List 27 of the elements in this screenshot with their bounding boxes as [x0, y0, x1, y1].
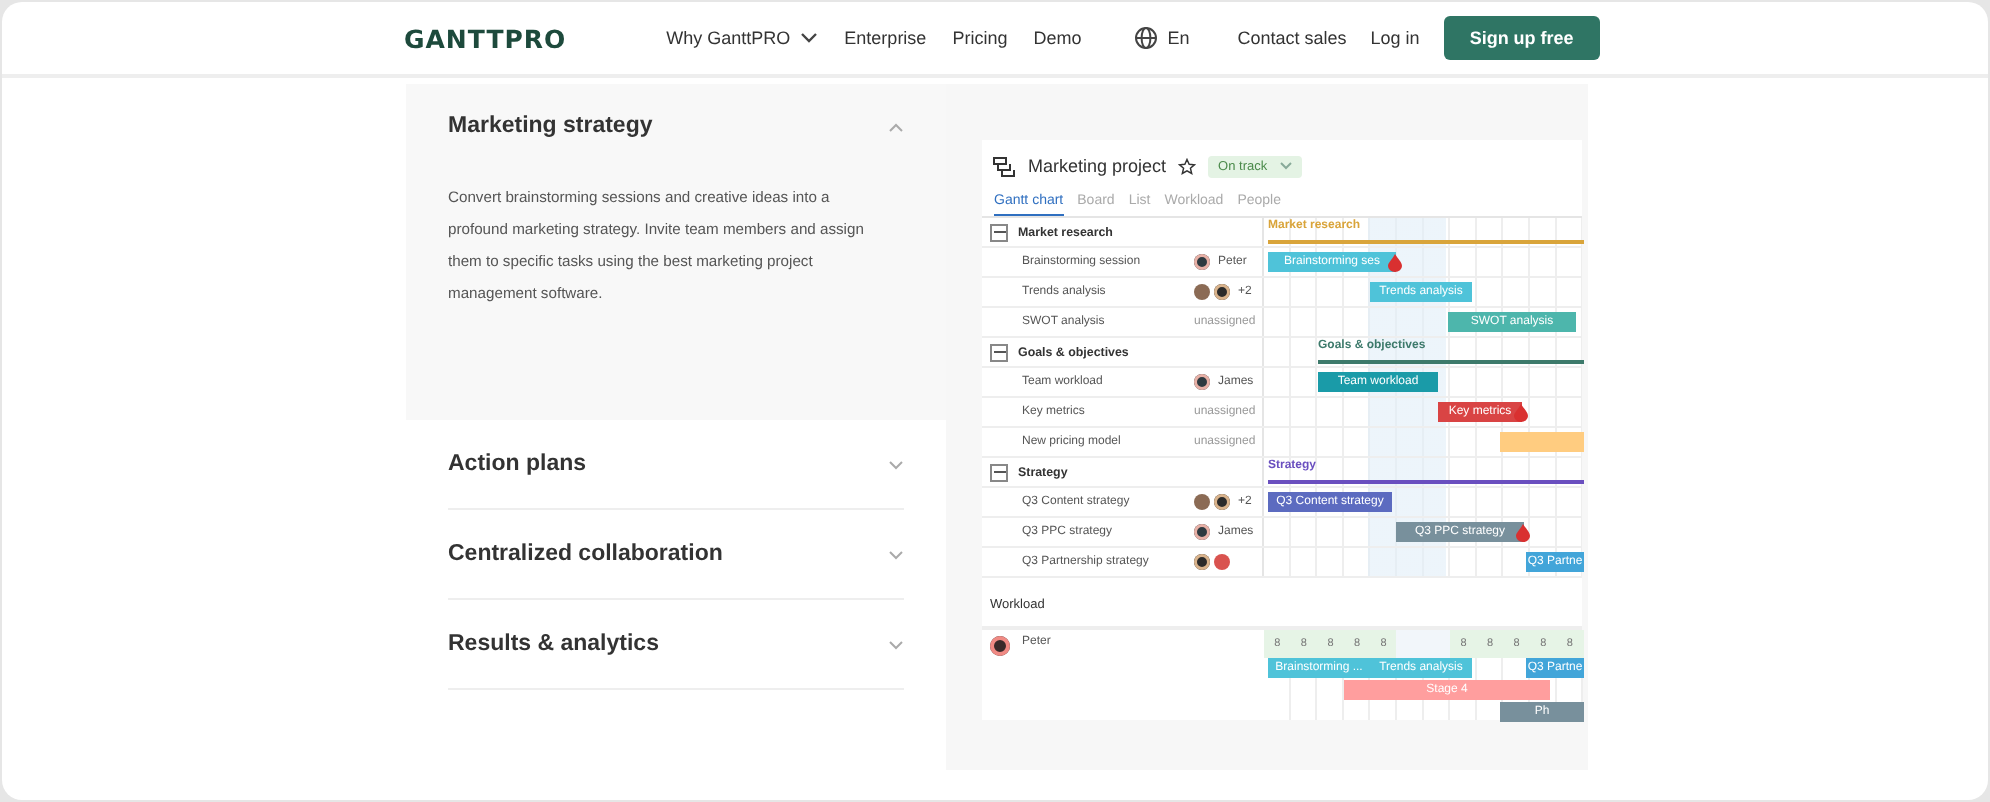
- logo[interactable]: GANTTPRO: [404, 23, 567, 53]
- avatar: [990, 636, 1010, 656]
- accordion-title[interactable]: Centralized collaboration: [448, 542, 723, 566]
- project-icon: [992, 155, 1016, 177]
- accordion-title[interactable]: Marketing strategy: [448, 114, 653, 138]
- chevron-icon[interactable]: [888, 549, 904, 559]
- chevron-icon[interactable]: [888, 121, 904, 131]
- collapse-icon[interactable]: [990, 343, 1008, 361]
- project-title: Marketing project: [1028, 156, 1167, 176]
- nav-link[interactable]: Enterprise: [844, 28, 927, 48]
- accordion-title[interactable]: Results & analytics: [448, 632, 659, 656]
- chevron-icon[interactable]: [888, 459, 904, 469]
- collapse-icon[interactable]: [990, 223, 1008, 241]
- avatar: [1194, 374, 1210, 390]
- nav-link[interactable]: Why GanttPRO: [666, 28, 819, 48]
- collapse-icon[interactable]: [990, 463, 1008, 481]
- caret-icon: [1279, 162, 1292, 170]
- login-link[interactable]: Log in: [1370, 28, 1420, 48]
- language-selector[interactable]: En: [1133, 26, 1190, 50]
- chevron-icon[interactable]: [888, 639, 904, 649]
- nav-link[interactable]: Pricing: [952, 28, 1008, 48]
- star-icon[interactable]: [1178, 157, 1197, 175]
- contact-sales-link[interactable]: Contact sales: [1237, 28, 1347, 48]
- nav-link[interactable]: Demo: [1033, 28, 1082, 48]
- sign-up-button[interactable]: Sign up free: [1443, 16, 1600, 60]
- globe-icon: [1133, 26, 1158, 50]
- accordion-title[interactable]: Action plans: [448, 452, 587, 476]
